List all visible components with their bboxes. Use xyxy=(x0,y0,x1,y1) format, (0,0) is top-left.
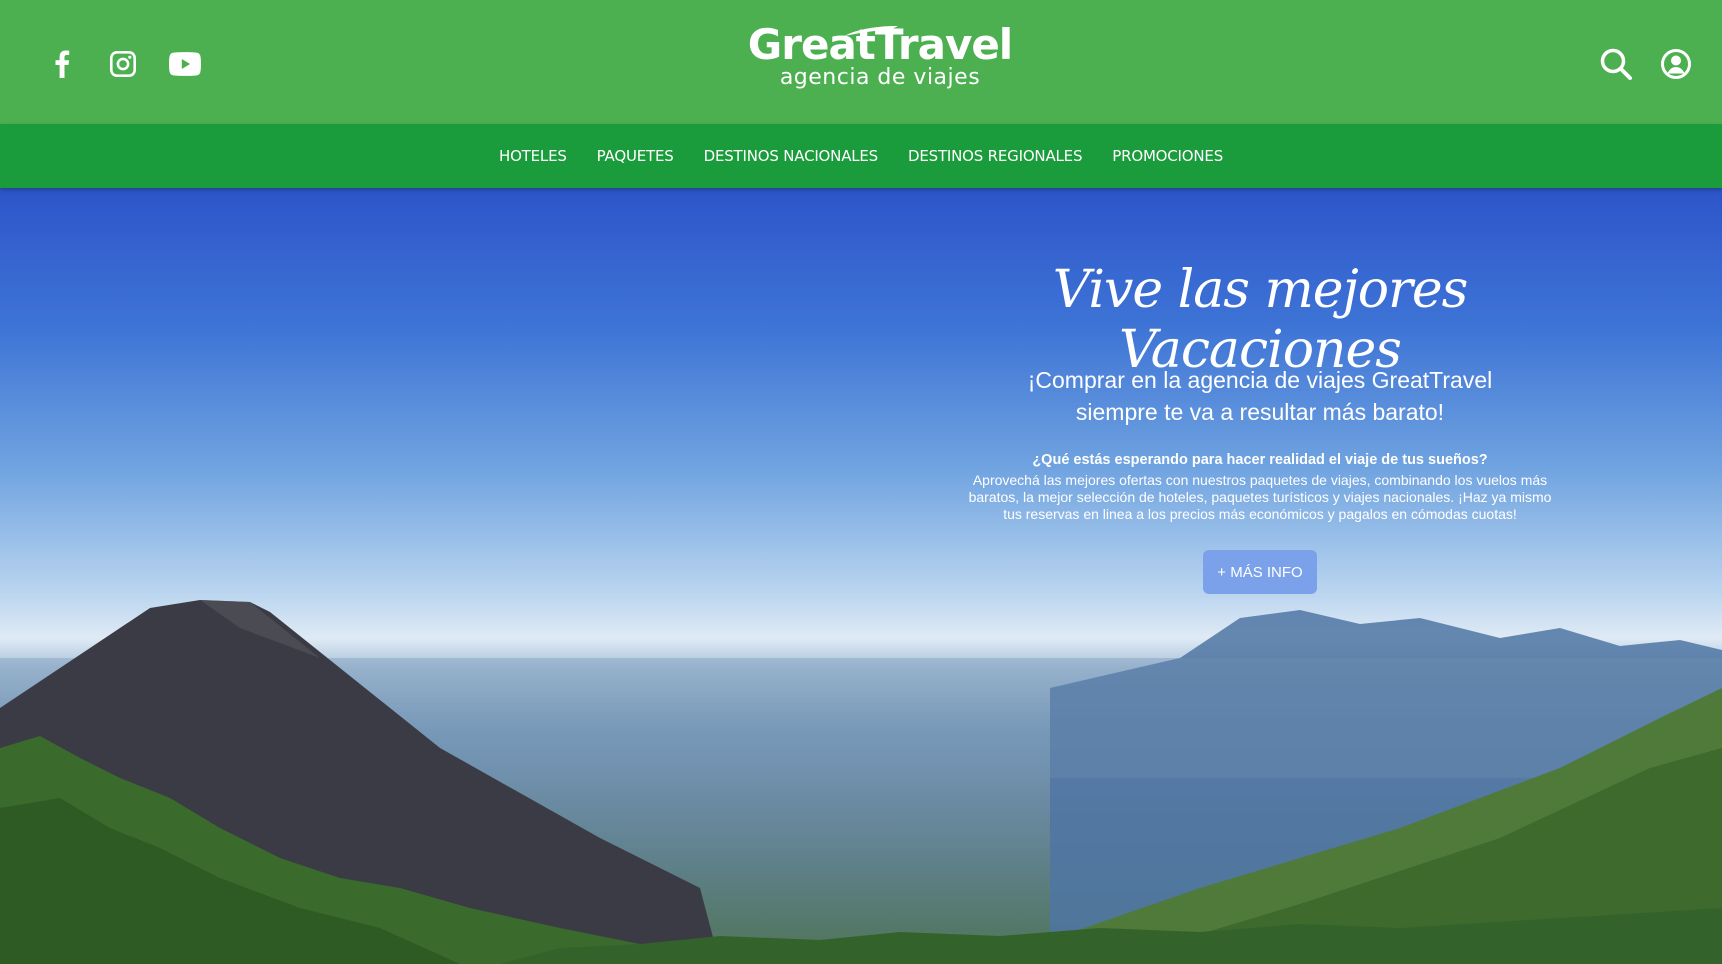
nav-item-destinos-regionales[interactable]: DESTINOS REGIONALES xyxy=(908,147,1082,165)
instagram-icon[interactable] xyxy=(108,46,138,82)
hero-subtitle-line-1: ¡Comprar en la agencia de viajes GreatTr… xyxy=(1027,367,1493,393)
main-nav: HOTELES PAQUETES DESTINOS NACIONALES DES… xyxy=(0,124,1722,188)
youtube-icon[interactable] xyxy=(168,46,202,82)
user-account-icon[interactable] xyxy=(1656,44,1696,84)
facebook-icon[interactable] xyxy=(48,46,76,82)
nav-item-destinos-nacionales[interactable]: DESTINOS NACIONALES xyxy=(704,147,879,165)
logo-tagline: agencia de viajes xyxy=(779,65,981,90)
hero-banner: Vive las mejores Vacaciones ¡Comprar en … xyxy=(0,188,1722,964)
hero-subtitle: ¡Comprar en la agencia de viajes GreatTr… xyxy=(960,364,1560,428)
hero-subtitle-line-2: siempre te va a resultar más barato! xyxy=(1075,399,1445,425)
site-logo[interactable]: GreatTravel agencia de viajes xyxy=(740,22,1020,102)
hero-title: Vive las mejores Vacaciones xyxy=(1052,260,1469,380)
search-icon[interactable] xyxy=(1596,44,1636,84)
more-info-button[interactable]: + MÁS INFO xyxy=(1203,550,1317,594)
nav-item-hoteles[interactable]: HOTELES xyxy=(499,147,567,165)
plane-logo-icon xyxy=(844,26,898,36)
nav-item-promociones[interactable]: PROMOCIONES xyxy=(1112,147,1223,165)
hero-body-text: Aprovechá las mejores ofertas con nuestr… xyxy=(968,472,1552,522)
nav-item-paquetes[interactable]: PAQUETES xyxy=(597,147,674,165)
hero-question: ¿Qué estás esperando para hacer realidad… xyxy=(1032,452,1488,468)
